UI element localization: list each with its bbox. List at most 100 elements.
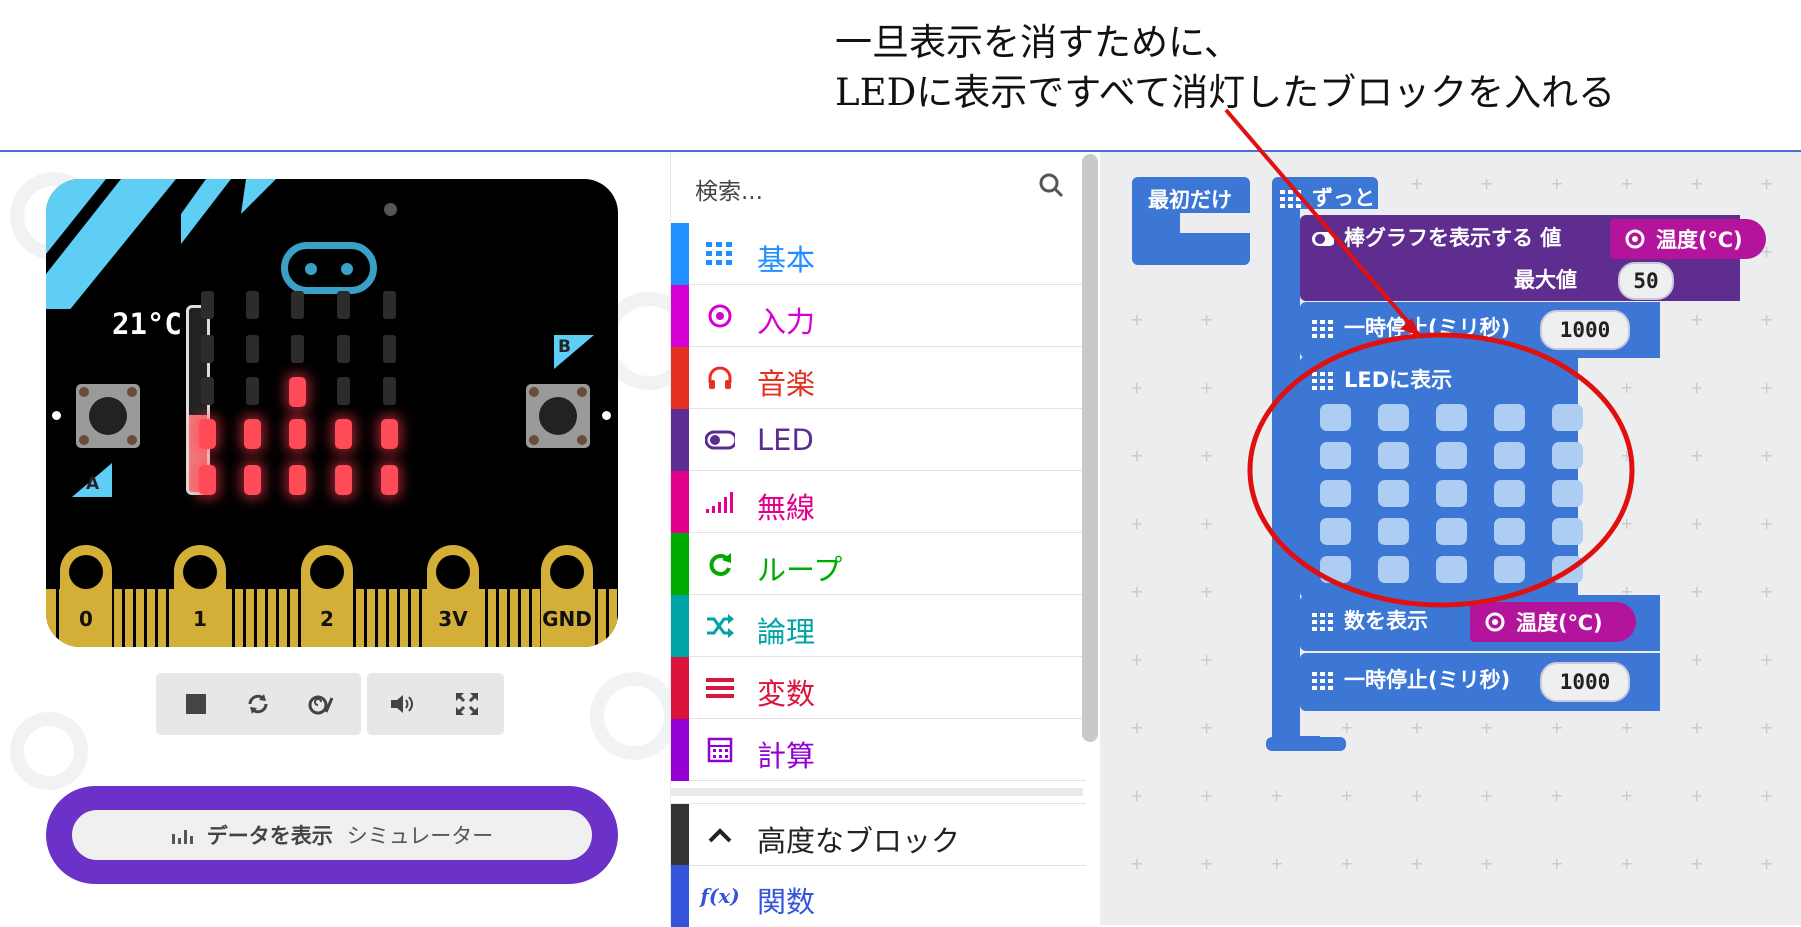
led-off: [201, 335, 214, 363]
pin-1[interactable]: [174, 545, 226, 647]
led-cell[interactable]: [1436, 518, 1467, 545]
led-on: [244, 465, 261, 495]
grid-icon: [1312, 372, 1333, 390]
toolbox-category-3[interactable]: 音楽: [671, 347, 1086, 409]
edge-connector-strip: [397, 589, 400, 647]
pin-0[interactable]: [60, 545, 112, 647]
workspace-grid-mark: +: [1200, 650, 1214, 669]
pause-block-2[interactable]: 一時停止(ミリ秒): [1312, 664, 1510, 694]
led-cell[interactable]: [1378, 442, 1409, 469]
toolbox-category-8[interactable]: 変数: [671, 657, 1086, 719]
led-cell[interactable]: [1378, 518, 1409, 545]
button-b[interactable]: [526, 384, 590, 448]
edge-connector-strip: [287, 589, 290, 647]
led-cell[interactable]: [1436, 480, 1467, 507]
led-cell[interactable]: [1552, 480, 1583, 507]
led-off: [246, 377, 259, 405]
pin-gnd[interactable]: [541, 545, 593, 647]
pin-3v[interactable]: [427, 545, 479, 647]
led-cell[interactable]: [1494, 480, 1525, 507]
toolbox-category-6[interactable]: ループ: [671, 533, 1086, 595]
led-cell[interactable]: [1552, 442, 1583, 469]
led-cell[interactable]: [1320, 442, 1351, 469]
led-cell[interactable]: [1378, 556, 1409, 583]
edge-connector-strip: [254, 589, 257, 647]
pin-indicator: [52, 411, 61, 420]
led-cell[interactable]: [1436, 404, 1467, 431]
pause-label: 一時停止(ミリ秒): [1344, 316, 1511, 340]
search-icon[interactable]: [1038, 172, 1064, 198]
forever-label: ずっと: [1312, 186, 1375, 210]
mute-button[interactable]: [372, 673, 432, 735]
led-cell[interactable]: [1378, 480, 1409, 507]
toolbox-category-9[interactable]: 計算: [671, 719, 1086, 781]
category-color-bar: [671, 223, 689, 285]
toolbox-scrollbar[interactable]: [1082, 154, 1098, 742]
pin-indicator: [602, 411, 611, 420]
stop-button[interactable]: [166, 673, 226, 735]
restart-button[interactable]: [228, 673, 288, 735]
led-cell[interactable]: [1378, 404, 1409, 431]
workspace-grid-mark: +: [1760, 514, 1774, 533]
fullscreen-icon: [455, 692, 479, 716]
edge-connector-strip: [496, 589, 499, 647]
led-cell[interactable]: [1494, 556, 1525, 583]
fullscreen-button[interactable]: [437, 673, 497, 735]
annotation-line-2: LEDに表示ですべて消灯したブロックを入れる: [835, 71, 1616, 114]
led-cell[interactable]: [1494, 404, 1525, 431]
toolbox-category-5[interactable]: 無線: [671, 471, 1086, 533]
toolbox-category-1[interactable]: 基本: [671, 223, 1086, 285]
led-cell[interactable]: [1494, 518, 1525, 545]
temperature-input-block-2[interactable]: 温度(℃): [1470, 602, 1636, 642]
led-cell[interactable]: [1436, 442, 1467, 469]
led-cell[interactable]: [1436, 556, 1467, 583]
annotation-text: 一旦表示を消すために、 LEDに表示ですべて消灯したブロックを入れる: [835, 18, 1615, 118]
pause-block[interactable]: 一時停止(ミリ秒): [1312, 312, 1510, 342]
blocks-workspace[interactable]: + + + + + + + + + + + + + + + + + + + + + + + + + + + + + + + + + + + + + + + +…: [1100, 152, 1801, 925]
temperature-input-block[interactable]: 温度(℃): [1610, 219, 1766, 259]
toolbox-category-label: 無線: [757, 491, 816, 525]
toolbox-category-2[interactable]: 入力: [671, 285, 1086, 347]
led-cell[interactable]: [1320, 404, 1351, 431]
button-a[interactable]: [76, 384, 140, 448]
pause-value-field[interactable]: 1000: [1540, 310, 1630, 350]
forever-block[interactable]: ずっと: [1280, 182, 1375, 212]
workspace-grid-mark: +: [1760, 446, 1774, 465]
bargraph-block[interactable]: 棒グラフを表示する 値: [1312, 222, 1561, 252]
workspace-grid-mark: +: [1130, 650, 1144, 669]
led-cell[interactable]: [1320, 556, 1351, 583]
restart-icon: [248, 694, 268, 714]
grid-icon: [705, 239, 735, 269]
search-input[interactable]: 検索...: [695, 172, 763, 206]
pause-value-field-2[interactable]: 1000: [1540, 662, 1630, 702]
bar-chart-icon: [171, 830, 193, 844]
led-cell[interactable]: [1552, 518, 1583, 545]
slow-motion-button[interactable]: [290, 673, 350, 735]
led-off: [383, 335, 396, 363]
toolbox-search[interactable]: 検索...: [671, 152, 1086, 222]
annotation-line-1: 一旦表示を消すために、: [835, 21, 1241, 64]
toolbox-category-advanced[interactable]: 高度なブロック: [671, 803, 1086, 866]
workspace-grid-mark: +: [1690, 514, 1704, 533]
toolbox-category-functions[interactable]: f(x) 関数: [671, 865, 1086, 927]
max-value-field[interactable]: 50: [1618, 262, 1674, 300]
toolbox-category-7[interactable]: 論理: [671, 595, 1086, 657]
target-icon: [705, 301, 735, 331]
led-cell[interactable]: [1320, 480, 1351, 507]
led-cell[interactable]: [1320, 518, 1351, 545]
show-data-button[interactable]: データを表示 シミュレーター: [46, 786, 618, 884]
led-cell[interactable]: [1552, 404, 1583, 431]
toggle-icon: [705, 425, 735, 455]
workspace-grid-mark: +: [1760, 718, 1774, 737]
pin-2[interactable]: [301, 545, 353, 647]
category-color-bar: [671, 719, 689, 781]
led-on: [244, 419, 261, 449]
show-number-block[interactable]: 数を表示: [1312, 605, 1428, 635]
led-cell[interactable]: [1494, 442, 1525, 469]
led-cell[interactable]: [1552, 556, 1583, 583]
show-leds-block[interactable]: LEDに表示: [1312, 364, 1452, 394]
toolbox-category-4[interactable]: LED: [671, 409, 1086, 471]
edge-connector-strip: [364, 589, 367, 647]
microbit-logo-icon: [281, 242, 377, 294]
on-start-block[interactable]: 最初だけ: [1148, 184, 1232, 214]
